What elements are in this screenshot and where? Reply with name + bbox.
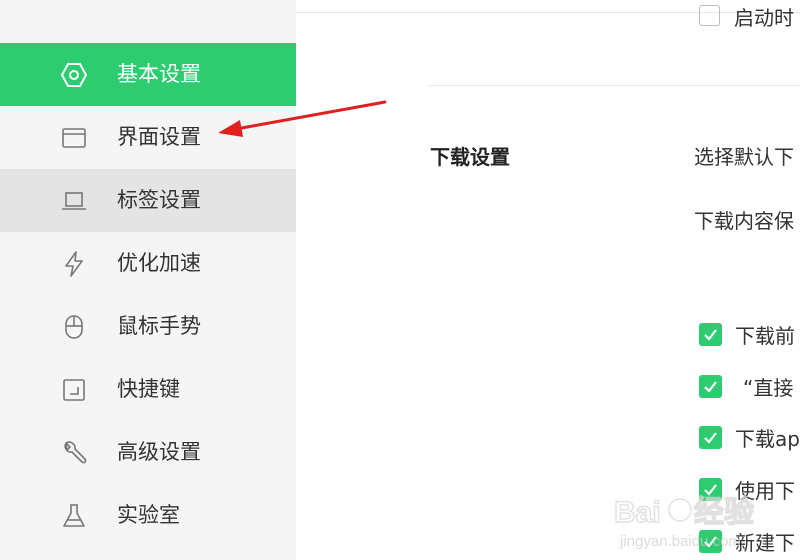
sidebar-item-label: 优化加速 <box>117 251 201 275</box>
option-label: 下载ap <box>735 427 800 451</box>
sidebar-item-label: 基本设置 <box>117 62 201 86</box>
section-divider <box>429 85 800 86</box>
baidu-watermark-logo: Bai 经验 jingyan.baidu.com <box>613 494 755 550</box>
checkmark-icon <box>704 381 717 393</box>
checkbox-checked[interactable] <box>699 323 722 346</box>
option-label: 下载前 <box>735 324 795 348</box>
sidebar-item-label: 实验室 <box>117 503 180 527</box>
window-icon <box>62 128 86 148</box>
startup-checkbox[interactable] <box>699 5 720 26</box>
sidebar-item-tab-settings[interactable]: 标签设置 <box>0 169 296 232</box>
checkmark-icon <box>704 329 717 341</box>
sidebar-item-label: 高级设置 <box>117 440 201 464</box>
keyboard-shortcut-icon <box>63 379 85 401</box>
lightning-icon <box>65 251 83 277</box>
sidebar-item-ui-settings[interactable]: 界面设置 <box>0 106 296 169</box>
sidebar-item-advanced[interactable]: 高级设置 <box>0 421 296 484</box>
mouse-icon <box>65 315 83 339</box>
sidebar-item-mouse-gestures[interactable]: 鼠标手势 <box>0 295 296 358</box>
sidebar-item-optimize[interactable]: 优化加速 <box>0 232 296 295</box>
sidebar-item-shortcuts[interactable]: 快捷键 <box>0 358 296 421</box>
settings-sidebar: 基本设置 界面设置 标签设置 优化加速 鼠标手势 快捷键 高级设置 实验室 <box>0 0 296 560</box>
sidebar-item-lab[interactable]: 实验室 <box>0 484 296 547</box>
sidebar-item-basic-settings[interactable]: 基本设置 <box>0 43 296 106</box>
hexagon-settings-icon <box>60 63 88 87</box>
sidebar-item-label: 鼠标手势 <box>117 314 201 338</box>
sidebar-item-label: 界面设置 <box>117 125 201 149</box>
checkbox-checked[interactable] <box>699 426 722 449</box>
option-label: “直接 <box>743 376 794 400</box>
wrench-icon <box>64 441 87 464</box>
flask-icon <box>63 504 85 527</box>
laptop-icon <box>62 192 86 210</box>
svg-text:jingyan.baidu.com: jingyan.baidu.com <box>619 533 741 550</box>
choose-default-download-text: 选择默认下 <box>694 145 794 169</box>
startup-option-label: 启动时 <box>734 6 794 30</box>
svg-text:Bai: Bai <box>614 496 661 529</box>
svg-text:经验: 经验 <box>694 495 754 529</box>
download-save-location-text: 下载内容保 <box>694 209 794 233</box>
sidebar-item-label: 标签设置 <box>117 188 201 212</box>
checkmark-icon <box>704 432 717 444</box>
checkbox-checked[interactable] <box>699 375 722 398</box>
download-settings-title: 下载设置 <box>430 145 510 169</box>
sidebar-item-label: 快捷键 <box>117 377 180 401</box>
